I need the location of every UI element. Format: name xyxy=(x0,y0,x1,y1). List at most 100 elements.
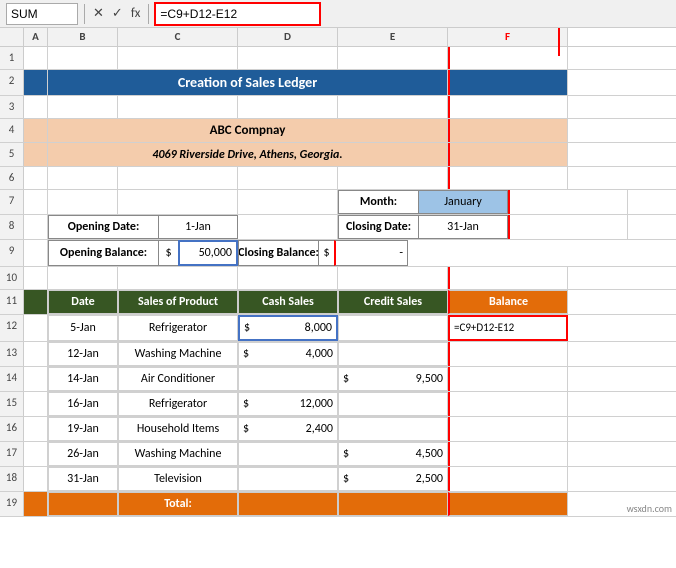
cell-f15[interactable] xyxy=(448,392,568,416)
cell-d1[interactable] xyxy=(238,47,338,69)
confirm-icon[interactable]: ✓ xyxy=(110,6,125,21)
cell-a7[interactable] xyxy=(24,190,48,214)
cell-f17[interactable] xyxy=(448,442,568,466)
cell-b10[interactable] xyxy=(48,267,118,289)
month-value[interactable]: January xyxy=(418,190,508,214)
cell-f3[interactable] xyxy=(448,96,568,118)
cancel-icon[interactable]: ✕ xyxy=(91,6,106,21)
cell-f4[interactable] xyxy=(448,119,568,142)
cell-e1[interactable] xyxy=(338,47,448,69)
cell-b16[interactable]: 19-Jan xyxy=(48,417,118,441)
cell-f10[interactable] xyxy=(448,267,568,289)
cell-d13[interactable]: $4,000 xyxy=(238,342,338,366)
cell-c18[interactable]: Television xyxy=(118,467,238,491)
formula-bar[interactable]: =C9+D12-E12 xyxy=(155,3,320,25)
closing-balance-value[interactable]: - xyxy=(334,240,408,266)
closing-date-value[interactable]: 31-Jan xyxy=(418,215,508,239)
cell-b14[interactable]: 14-Jan xyxy=(48,367,118,391)
cell-a5[interactable] xyxy=(24,143,48,166)
cell-c16[interactable]: Household Items xyxy=(118,417,238,441)
cell-b15[interactable]: 16-Jan xyxy=(48,392,118,416)
cell-f19[interactable] xyxy=(448,492,568,516)
cell-b6[interactable] xyxy=(48,167,118,189)
cell-c15[interactable]: Refrigerator xyxy=(118,392,238,416)
cell-b17[interactable]: 26-Jan xyxy=(48,442,118,466)
cell-d18[interactable] xyxy=(238,467,338,491)
cell-d3[interactable] xyxy=(238,96,338,118)
cell-a12[interactable] xyxy=(24,315,48,341)
cell-b19[interactable] xyxy=(48,492,118,516)
company-address-cell[interactable]: 4069 Riverside Drive, Athens, Georgia. xyxy=(48,143,448,166)
cell-f13[interactable] xyxy=(448,342,568,366)
cell-f2[interactable] xyxy=(448,70,568,95)
fx-icon[interactable]: fx xyxy=(129,6,143,21)
cell-d16[interactable]: $2,400 xyxy=(238,417,338,441)
cell-b18[interactable]: 31-Jan xyxy=(48,467,118,491)
cell-d19[interactable] xyxy=(238,492,338,516)
cell-b1[interactable] xyxy=(48,47,118,69)
cell-c6[interactable] xyxy=(118,167,238,189)
company-name-cell[interactable]: ABC Compnay xyxy=(48,119,448,142)
cell-e14[interactable]: $9,500 xyxy=(338,367,448,391)
cell-a3[interactable] xyxy=(24,96,48,118)
cell-a19[interactable] xyxy=(24,492,48,516)
cell-a15[interactable] xyxy=(24,392,48,416)
cell-c7[interactable] xyxy=(118,190,238,214)
cell-f12[interactable]: =C9+D12-E12 xyxy=(448,315,568,341)
cell-a9[interactable] xyxy=(24,240,48,266)
opening-balance-value[interactable]: 50,000 xyxy=(178,240,238,266)
cell-a11[interactable] xyxy=(24,290,48,314)
cell-e12[interactable] xyxy=(338,315,448,341)
cell-a1[interactable] xyxy=(24,47,48,69)
cell-e19[interactable] xyxy=(338,492,448,516)
cell-e17[interactable]: $4,500 xyxy=(338,442,448,466)
cell-d12[interactable]: $8,000 xyxy=(238,315,338,341)
cell-d14[interactable] xyxy=(238,367,338,391)
cell-d10[interactable] xyxy=(238,267,338,289)
cell-a4[interactable] xyxy=(24,119,48,142)
cell-a8[interactable] xyxy=(24,215,48,239)
cell-e15[interactable] xyxy=(338,392,448,416)
cell-f18[interactable] xyxy=(448,467,568,491)
cell-f1[interactable] xyxy=(448,47,568,69)
cell-c13[interactable]: Washing Machine xyxy=(118,342,238,366)
cell-d6[interactable] xyxy=(238,167,338,189)
cell-c14[interactable]: Air Conditioner xyxy=(118,367,238,391)
cell-a16[interactable] xyxy=(24,417,48,441)
cell-a2[interactable] xyxy=(24,70,48,95)
cell-c17[interactable]: Washing Machine xyxy=(118,442,238,466)
cell-f6[interactable] xyxy=(448,167,568,189)
cell-a10[interactable] xyxy=(24,267,48,289)
cell-a18[interactable] xyxy=(24,467,48,491)
cell-f8[interactable] xyxy=(508,215,628,239)
cell-a17[interactable] xyxy=(24,442,48,466)
cell-c1[interactable] xyxy=(118,47,238,69)
cell-f14[interactable] xyxy=(448,367,568,391)
cell-b13[interactable]: 12-Jan xyxy=(48,342,118,366)
cell-d7[interactable] xyxy=(238,190,338,214)
cell-a13[interactable] xyxy=(24,342,48,366)
cell-d8[interactable] xyxy=(238,215,338,239)
title-cell[interactable]: Creation of Sales Ledger xyxy=(48,70,448,95)
cell-e18[interactable]: $2,500 xyxy=(338,467,448,491)
cell-a6[interactable] xyxy=(24,167,48,189)
cell-f16[interactable] xyxy=(448,417,568,441)
name-box[interactable]: SUM xyxy=(6,3,78,25)
cell-f7[interactable] xyxy=(508,190,628,214)
cell-b3[interactable] xyxy=(48,96,118,118)
opening-date-value[interactable]: 1-Jan xyxy=(158,215,238,239)
cell-e13[interactable] xyxy=(338,342,448,366)
cell-c10[interactable] xyxy=(118,267,238,289)
cell-d17[interactable] xyxy=(238,442,338,466)
cell-c3[interactable] xyxy=(118,96,238,118)
cell-b12[interactable]: 5-Jan xyxy=(48,315,118,341)
cell-e6[interactable] xyxy=(338,167,448,189)
cell-b7[interactable] xyxy=(48,190,118,214)
cell-f5[interactable] xyxy=(448,143,568,166)
cell-d15[interactable]: $12,000 xyxy=(238,392,338,416)
cell-c12[interactable]: Refrigerator xyxy=(118,315,238,341)
cell-e3[interactable] xyxy=(338,96,448,118)
cell-a14[interactable] xyxy=(24,367,48,391)
cell-e10[interactable] xyxy=(338,267,448,289)
cell-e16[interactable] xyxy=(338,417,448,441)
